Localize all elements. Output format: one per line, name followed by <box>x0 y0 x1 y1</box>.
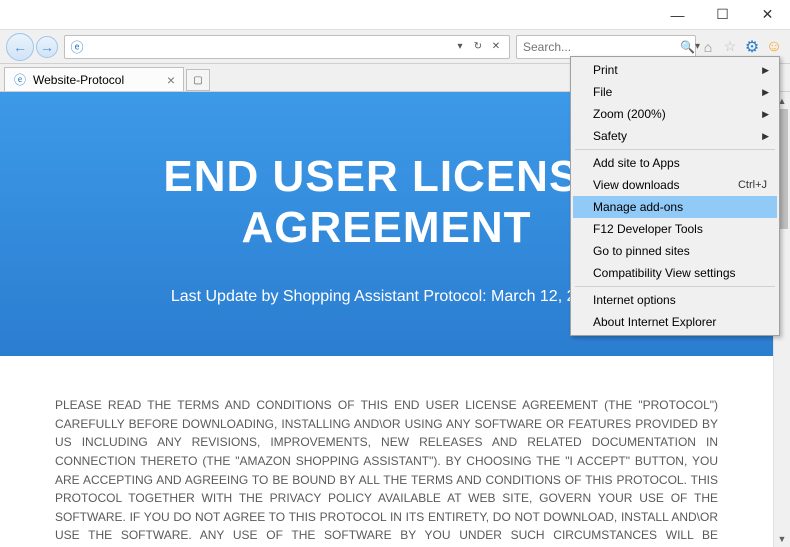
window-titlebar: — ☐ ✕ <box>0 0 790 30</box>
home-icon[interactable]: ⌂ <box>698 37 718 57</box>
tools-menu: Print ▶ File ▶ Zoom (200%) ▶ Safety ▶ Ad… <box>570 56 780 336</box>
feedback-icon[interactable]: ☺ <box>764 37 784 57</box>
menu-item-pinned-sites[interactable]: Go to pinned sites <box>573 240 777 262</box>
chevron-right-icon: ▶ <box>762 109 769 120</box>
ie-page-icon: ⓔ <box>13 73 27 87</box>
tab-active[interactable]: ⓔ Website-Protocol × <box>4 67 184 91</box>
menu-item-file[interactable]: File ▶ <box>573 81 777 103</box>
menu-separator <box>575 149 775 150</box>
menu-item-safety[interactable]: Safety ▶ <box>573 125 777 147</box>
menu-item-compat-view[interactable]: Compatibility View settings <box>573 262 777 284</box>
title-line2: AGREEMENT <box>241 203 531 252</box>
back-button[interactable]: ← <box>6 33 34 61</box>
ie-page-icon: ⓔ <box>69 39 85 55</box>
stop-icon[interactable]: ✕ <box>487 37 505 57</box>
menu-item-print[interactable]: Print ▶ <box>573 59 777 81</box>
favorites-icon[interactable]: ☆ <box>720 37 740 57</box>
chevron-right-icon: ▶ <box>762 87 769 98</box>
menu-label: Manage add-ons <box>593 200 683 214</box>
arrow-left-icon: ← <box>13 39 27 55</box>
menu-item-f12-dev-tools[interactable]: F12 Developer Tools <box>573 218 777 240</box>
chevron-right-icon: ▶ <box>762 131 769 142</box>
maximize-button[interactable]: ☐ <box>700 0 745 30</box>
menu-label: Safety <box>593 129 627 143</box>
title-line1: END USER LICENSE <box>163 152 609 201</box>
tab-close-icon[interactable]: × <box>167 72 175 88</box>
search-bar[interactable]: 🔍 ▾ <box>516 35 696 59</box>
search-input[interactable] <box>521 40 680 54</box>
menu-label: File <box>593 85 612 99</box>
minimize-button[interactable]: — <box>655 0 700 30</box>
body-text: PLEASE READ THE TERMS AND CONDITIONS OF … <box>0 356 773 547</box>
menu-shortcut: Ctrl+J <box>738 179 767 191</box>
menu-label: F12 Developer Tools <box>593 222 703 236</box>
address-input[interactable] <box>85 40 451 54</box>
menu-item-view-downloads[interactable]: View downloads Ctrl+J <box>573 174 777 196</box>
menu-item-internet-options[interactable]: Internet options <box>573 289 777 311</box>
tab-title: Website-Protocol <box>33 73 124 87</box>
menu-label: Add site to Apps <box>593 156 680 170</box>
forward-button[interactable]: → <box>36 36 58 58</box>
search-icon[interactable]: 🔍 <box>680 37 695 57</box>
gear-icon[interactable]: ⚙ <box>742 37 762 57</box>
menu-label: About Internet Explorer <box>593 315 716 329</box>
chevron-right-icon: ▶ <box>762 65 769 76</box>
menu-label: Internet options <box>593 293 676 307</box>
close-button[interactable]: ✕ <box>745 0 790 30</box>
new-tab-button[interactable]: ▢ <box>186 69 210 91</box>
scroll-down-icon[interactable]: ▼ <box>774 530 790 547</box>
address-dropdown-icon[interactable]: ▾ <box>451 37 469 57</box>
menu-label: Print <box>593 63 618 77</box>
menu-item-manage-addons[interactable]: Manage add-ons <box>573 196 777 218</box>
menu-label: View downloads <box>593 178 680 192</box>
refresh-icon[interactable]: ↻ <box>469 37 487 57</box>
menu-label: Compatibility View settings <box>593 266 736 280</box>
arrow-right-icon: → <box>40 39 54 55</box>
menu-label: Go to pinned sites <box>593 244 690 258</box>
menu-item-about-ie[interactable]: About Internet Explorer <box>573 311 777 333</box>
menu-separator <box>575 286 775 287</box>
menu-label: Zoom (200%) <box>593 107 666 121</box>
menu-item-zoom[interactable]: Zoom (200%) ▶ <box>573 103 777 125</box>
menu-item-add-site-apps[interactable]: Add site to Apps <box>573 152 777 174</box>
address-bar[interactable]: ⓔ ▾ ↻ ✕ <box>64 35 510 59</box>
